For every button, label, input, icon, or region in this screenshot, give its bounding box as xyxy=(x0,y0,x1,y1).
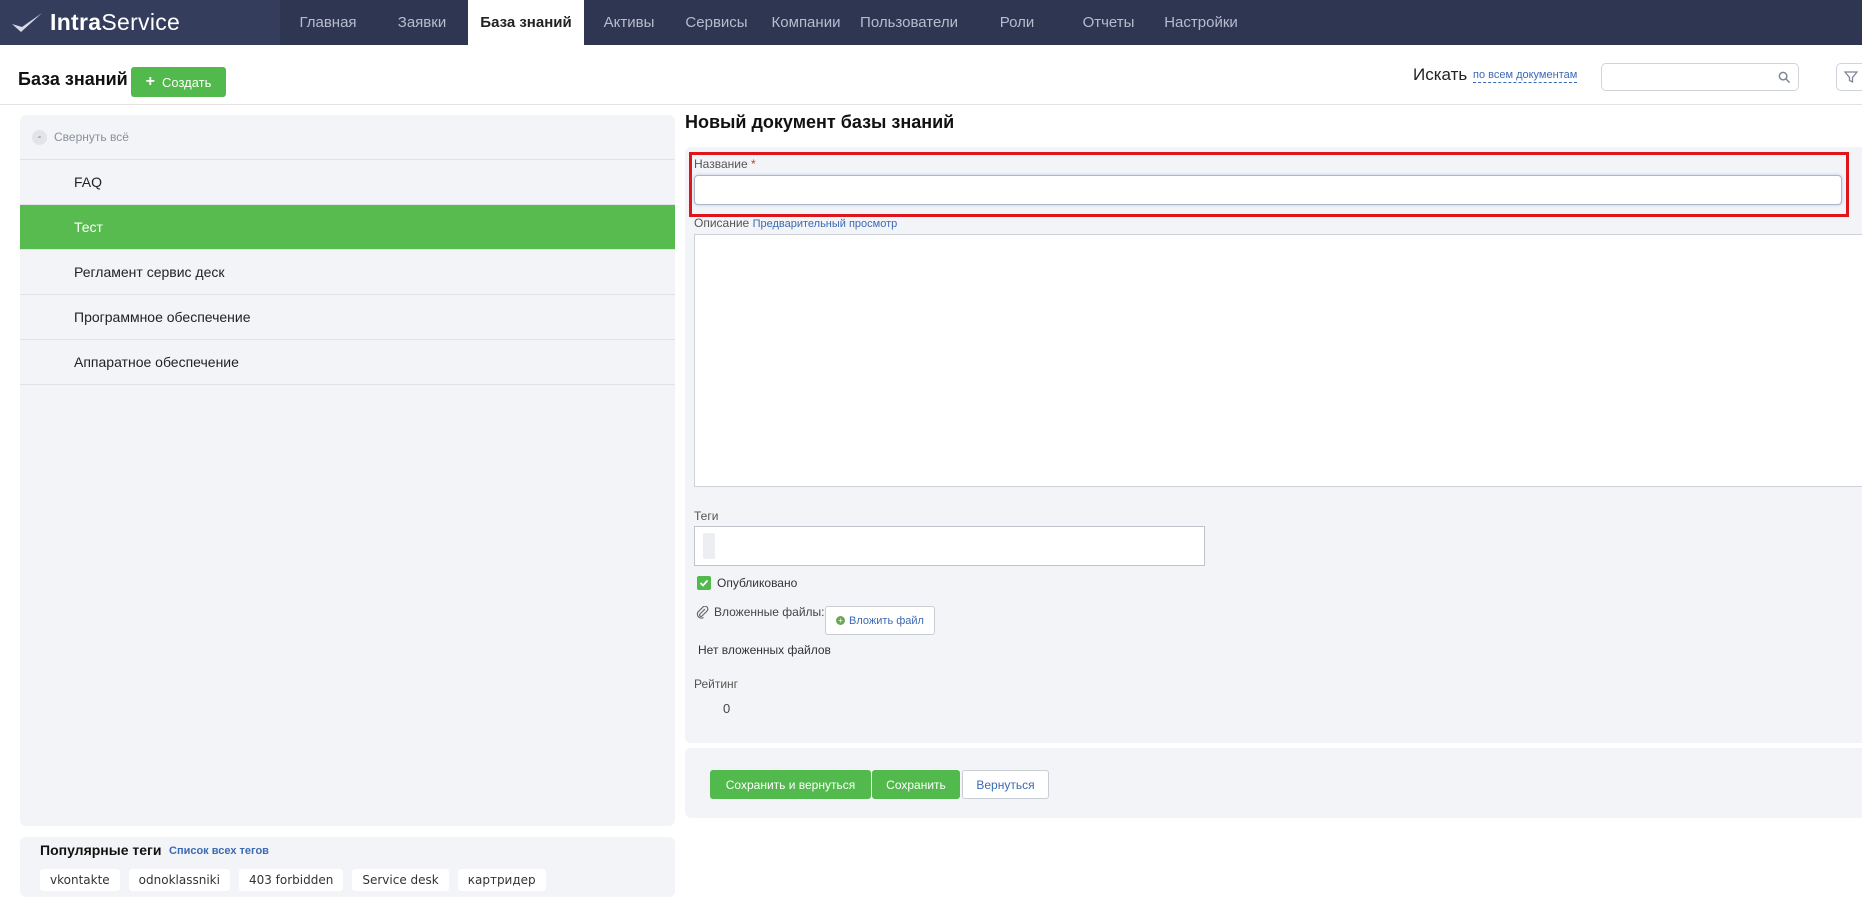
popular-tags-title: Популярные теги xyxy=(40,842,162,858)
checkmark-logo-icon xyxy=(12,12,42,32)
published-label: Опубликовано xyxy=(717,576,798,590)
search-input[interactable] xyxy=(1601,63,1799,91)
attachments-row: Вложенные файлы: xyxy=(696,605,824,619)
nav-item-roles[interactable]: Роли xyxy=(965,0,1069,45)
category-tree-panel: - Свернуть всё FAQ Тест Регламент сервис… xyxy=(20,115,675,826)
category-item-service-desk-regulations[interactable]: Регламент сервис деск xyxy=(20,250,675,295)
tag-chip[interactable]: Service desk xyxy=(352,869,449,891)
nav-item-knowledge-base[interactable]: База знаний xyxy=(468,0,584,45)
check-icon xyxy=(699,579,709,587)
preview-link[interactable]: Предварительный просмотр xyxy=(753,218,898,230)
add-icon: + xyxy=(836,616,846,625)
filter-button[interactable] xyxy=(1836,63,1862,91)
page-header: База знаний + Создать Искать по всем док… xyxy=(0,45,1862,105)
popular-tags-panel: Популярные теги Список всех тегов vkonta… xyxy=(20,837,675,897)
attachments-label: Вложенные файлы: xyxy=(714,605,825,619)
nav-menu: Главная Заявки База знаний Активы Сервис… xyxy=(280,0,1254,45)
category-item-faq[interactable]: FAQ xyxy=(20,160,675,205)
tags-list: vkontakte odnoklassniki 403 forbidden Se… xyxy=(40,869,546,891)
attach-file-button[interactable]: + Вложить файл xyxy=(825,606,935,635)
description-editor[interactable] xyxy=(694,234,1862,487)
plus-icon: + xyxy=(145,73,155,90)
nav-item-settings[interactable]: Настройки xyxy=(1148,0,1254,45)
paperclip-icon xyxy=(696,605,709,619)
nav-item-tickets[interactable]: Заявки xyxy=(376,0,468,45)
category-item-software[interactable]: Программное обеспечение xyxy=(20,295,675,340)
no-files-text: Нет вложенных файлов xyxy=(698,643,831,657)
rating-label: Рейтинг xyxy=(694,677,739,691)
tag-chip[interactable]: 403 forbidden xyxy=(238,869,344,891)
category-item-test[interactable]: Тест xyxy=(20,205,675,250)
nav-item-assets[interactable]: Активы xyxy=(584,0,674,45)
highlight-annotation xyxy=(689,152,1849,217)
tag-chip[interactable]: odnoklassniki xyxy=(128,869,230,891)
nav-item-home[interactable]: Главная xyxy=(280,0,376,45)
tags-input-cursor xyxy=(703,533,715,559)
description-field-label: Описание Предварительный просмотр xyxy=(694,216,898,230)
create-button[interactable]: + Создать xyxy=(131,67,226,97)
page-title: База знаний xyxy=(18,69,128,89)
tags-field-label: Теги xyxy=(694,509,719,523)
search-scope-link[interactable]: по всем документам xyxy=(1473,69,1578,83)
attach-file-label: Вложить файл xyxy=(849,614,924,627)
tags-input[interactable] xyxy=(694,526,1205,566)
rating-value: 0 xyxy=(723,701,731,716)
back-button[interactable]: Вернуться xyxy=(962,770,1049,799)
save-and-return-button[interactable]: Сохранить и вернуться xyxy=(710,770,871,799)
collapse-icon: - xyxy=(32,129,47,145)
nav-item-reports[interactable]: Отчеты xyxy=(1069,0,1148,45)
search-label: Искать xyxy=(1413,65,1468,84)
nav-item-services[interactable]: Сервисы xyxy=(674,0,759,45)
category-list: FAQ Тест Регламент сервис деск Программн… xyxy=(20,160,675,385)
all-tags-link[interactable]: Список всех тегов xyxy=(169,845,269,857)
save-button[interactable]: Сохранить xyxy=(872,770,960,799)
collapse-all-label: Свернуть всё xyxy=(54,130,129,144)
tag-chip[interactable]: vkontakte xyxy=(40,869,120,891)
app-logo[interactable]: IntraService xyxy=(0,0,280,45)
collapse-all-button[interactable]: - Свернуть всё xyxy=(20,115,675,160)
search-icon[interactable] xyxy=(1778,71,1791,84)
form-title: Новый документ базы знаний xyxy=(685,112,955,132)
filter-icon xyxy=(1844,71,1858,84)
logo-text: IntraService xyxy=(50,9,181,35)
published-checkbox[interactable] xyxy=(697,576,711,590)
create-button-label: Создать xyxy=(161,74,212,90)
tag-chip[interactable]: картридер xyxy=(457,869,546,891)
published-checkbox-row[interactable]: Опубликовано xyxy=(697,576,797,590)
nav-item-companies[interactable]: Компании xyxy=(759,0,853,45)
nav-item-users[interactable]: Пользователи xyxy=(853,0,965,45)
top-navigation: IntraService Главная Заявки База знаний … xyxy=(0,0,1862,45)
category-item-hardware[interactable]: Аппаратное обеспечение xyxy=(20,340,675,385)
